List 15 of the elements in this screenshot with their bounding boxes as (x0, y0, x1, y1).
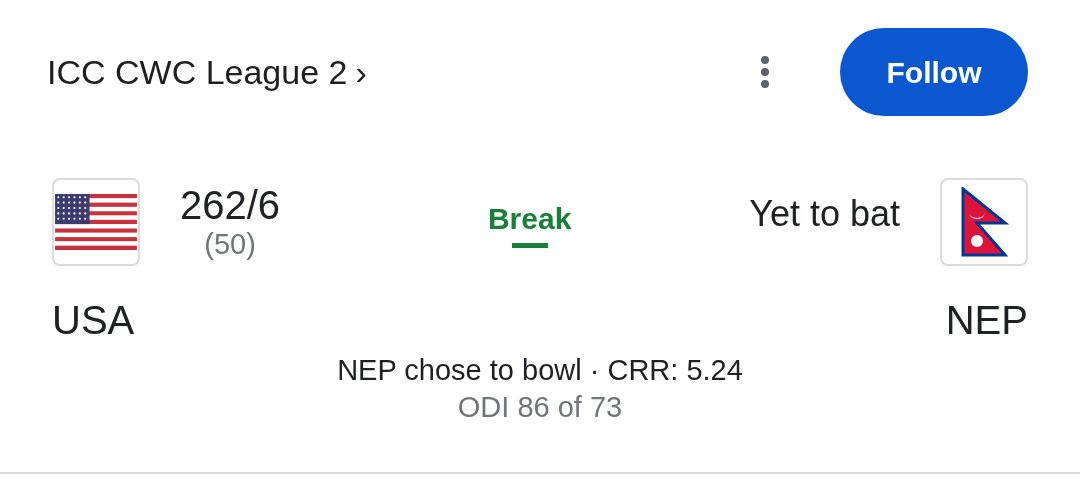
league-title[interactable]: ICC CWC League 2 (47, 46, 348, 98)
team-name: NEP (945, 297, 1028, 344)
more-options-icon[interactable] (760, 55, 770, 89)
flag-icon (52, 178, 140, 266)
match-summary: NEP chose to bowl · CRR: 5.24 (337, 353, 743, 388)
chevron[interactable]: › (355, 46, 367, 98)
status-underline (511, 243, 548, 248)
match-info: ODI 86 of 73 (457, 390, 623, 425)
overs-count: (50) (204, 227, 256, 261)
flag-icon (940, 178, 1028, 266)
team-status: Yet to bat (749, 192, 900, 236)
team-score: 262/6 (180, 183, 281, 227)
follow-button[interactable]: Follow (840, 28, 1028, 116)
match-status: Break (487, 201, 572, 237)
team-name: USA (52, 297, 135, 344)
